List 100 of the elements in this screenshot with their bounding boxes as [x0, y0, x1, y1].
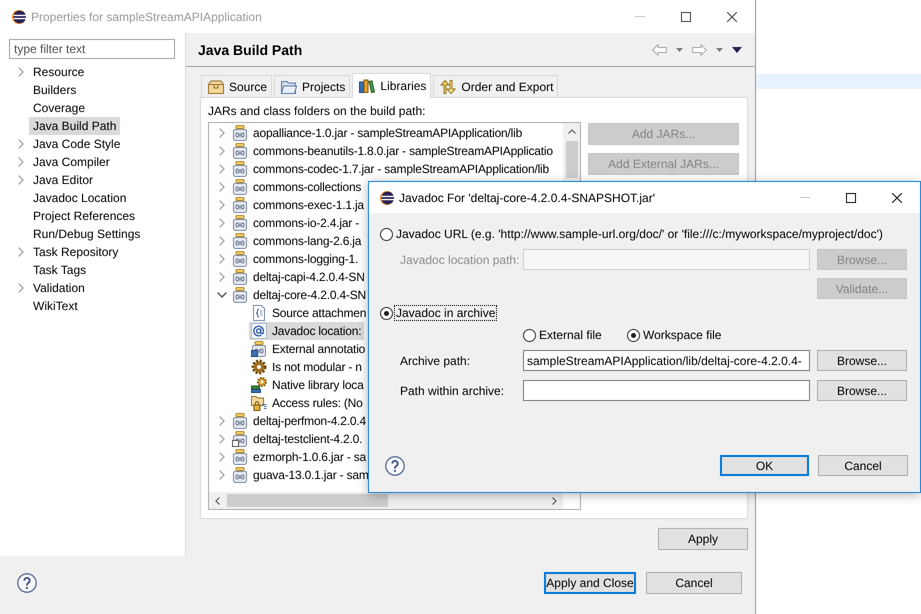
chevron-right-icon[interactable] — [552, 496, 557, 504]
apply-button[interactable]: Apply — [658, 528, 748, 550]
tree-item[interactable]: Is not modular - n — [249, 358, 365, 376]
tab[interactable]: Source — [201, 75, 272, 97]
tree-item[interactable]: aopalliance-1.0.jar - sampleStreamAPIApplication/lib — [230, 124, 526, 142]
chevron-right-icon[interactable] — [218, 146, 224, 156]
tree-item[interactable]: commons-collections — [230, 178, 364, 196]
tab[interactable]: Projects — [274, 75, 350, 97]
horizontal-scrollbar[interactable] — [209, 492, 563, 509]
tree-item[interactable]: deltaj-perfmon-4.2.0.4 — [230, 412, 369, 430]
dialog-button[interactable]: OK — [720, 455, 809, 476]
tree-item[interactable]: Javadoc location: — [249, 322, 364, 340]
tree-item[interactable]: commons-codec-1.7.jar - sampleStreamAPIApplication/lib — [230, 160, 552, 178]
browse-button[interactable]: Browse... — [817, 380, 907, 401]
tab[interactable]: Order and Export — [433, 75, 558, 97]
input-field[interactable] — [523, 380, 810, 401]
tree-item[interactable]: Native library loca — [249, 376, 367, 394]
tree-item[interactable]: Source attachmen — [249, 304, 370, 322]
sidebar-item[interactable]: Java Editor — [29, 171, 98, 189]
back-arrow-icon[interactable] — [652, 44, 667, 56]
radio-button[interactable] — [627, 328, 640, 342]
chevron-right-icon[interactable] — [18, 175, 24, 185]
chevron-right-icon[interactable] — [218, 254, 224, 264]
radio-label[interactable]: External file — [538, 328, 603, 342]
tree-item[interactable]: Access rules: (No — [249, 394, 366, 412]
dialog-button[interactable]: Apply and Close — [544, 572, 636, 594]
scrollbar-thumb[interactable] — [227, 494, 388, 507]
sidebar-item[interactable]: Validation — [29, 279, 89, 297]
window-title: Javadoc For 'deltaj-core-4.2.0.4-SNAPSHOT.jar' — [399, 190, 656, 204]
field-label: Archive path: — [400, 354, 472, 368]
chevron-right-icon[interactable] — [218, 164, 224, 174]
dialog-button[interactable]: Cancel — [818, 455, 908, 476]
close-icon[interactable] — [727, 12, 737, 22]
tree-item[interactable]: commons-lang-2.6.ja — [230, 232, 364, 250]
sidebar-item[interactable]: Java Build Path — [29, 117, 120, 135]
books-icon — [359, 79, 376, 93]
chevron-right-icon[interactable] — [218, 416, 224, 426]
app-logo-icon — [12, 10, 26, 24]
scrollbar-thumb[interactable] — [566, 141, 578, 178]
chevron-right-icon[interactable] — [218, 218, 224, 228]
tree-item[interactable]: deltaj-capi-4.2.0.4-SN — [230, 268, 368, 286]
jar-icon — [232, 431, 248, 447]
chevron-right-icon[interactable] — [18, 157, 24, 167]
help-icon[interactable] — [17, 573, 37, 593]
maximize-icon[interactable] — [681, 12, 691, 22]
radio-button[interactable] — [523, 328, 536, 342]
radio-button[interactable] — [380, 306, 393, 320]
tree-item[interactable]: ezmorph-1.0.6.jar - sa — [230, 448, 369, 466]
sidebar-item[interactable]: Javadoc Location — [29, 189, 130, 207]
forward-arrow-icon[interactable] — [692, 44, 707, 56]
chevron-right-icon[interactable] — [218, 200, 224, 210]
tree-item[interactable]: commons-io-2.4.jar - — [230, 214, 362, 232]
package-icon — [208, 80, 224, 94]
sidebar-item[interactable]: Coverage — [29, 99, 90, 117]
jar-icon — [251, 341, 267, 357]
chevron-right-icon[interactable] — [18, 67, 24, 77]
radio-label[interactable]: Javadoc in archive — [395, 306, 496, 320]
sidebar-item[interactable]: Task Tags — [29, 261, 90, 279]
radio-button[interactable] — [380, 228, 393, 240]
dialog-button[interactable]: Cancel — [646, 572, 742, 594]
chevron-right-icon[interactable] — [218, 452, 224, 462]
sidebar-item[interactable]: Java Code Style — [29, 135, 124, 153]
chevron-right-icon[interactable] — [218, 182, 224, 192]
chevron-right-icon[interactable] — [18, 139, 24, 149]
sidebar-item[interactable]: Java Compiler — [29, 153, 114, 171]
chevron-right-icon[interactable] — [218, 272, 224, 282]
filter-field[interactable]: type filter text — [9, 39, 175, 59]
radio-label[interactable]: Workspace file — [642, 328, 722, 342]
help-icon[interactable] — [385, 456, 405, 476]
chevron-right-icon[interactable] — [218, 236, 224, 246]
chevron-right-icon[interactable] — [218, 434, 224, 444]
maximize-icon[interactable] — [846, 192, 856, 202]
tree-item[interactable]: guava-13.0.1.jar - sam — [230, 466, 372, 484]
close-icon[interactable] — [892, 192, 902, 202]
input-field[interactable]: sampleStreamAPIApplication/lib/deltaj-core-4.2.0.4- — [523, 350, 810, 371]
radio-label[interactable]: Javadoc URL (e.g. 'http://www.sample-url.org/doc/' or 'file:///c:/myworkspace/myproject/doc') — [395, 227, 884, 241]
sidebar-item[interactable]: Builders — [29, 81, 80, 99]
chevron-right-icon[interactable] — [18, 283, 24, 293]
tree-item[interactable]: deltaj-core-4.2.0.4-SN — [230, 286, 369, 304]
sidebar-item[interactable]: WikiText — [29, 297, 82, 315]
field-label: Path within archive: — [400, 384, 506, 398]
tree-item[interactable]: External annotatio — [249, 340, 368, 358]
chevron-right-icon[interactable] — [218, 128, 224, 138]
sidebar-item[interactable]: Run/Debug Settings — [29, 225, 144, 243]
jar-icon — [232, 413, 248, 429]
tab[interactable]: Libraries — [352, 73, 432, 98]
tree-item[interactable]: deltaj-testclient-4.2.0. — [230, 430, 366, 448]
chevron-left-icon[interactable] — [215, 496, 220, 504]
tree-item[interactable]: commons-beanutils-1.8.0.jar - sampleStreamAPIApplicatio — [230, 142, 556, 160]
chevron-down-icon[interactable] — [216, 292, 226, 298]
sidebar-item[interactable]: Project References — [29, 207, 140, 225]
sidebar-item[interactable]: Resource — [29, 63, 88, 81]
tree-item[interactable]: commons-exec-1.1.ja — [230, 196, 367, 214]
tree-item[interactable]: commons-logging-1. — [230, 250, 362, 268]
browse-button[interactable]: Browse... — [817, 350, 907, 371]
chevron-right-icon[interactable] — [218, 470, 224, 480]
chevron-right-icon[interactable] — [18, 247, 24, 257]
tree-caption: JARs and class folders on the build path: — [208, 103, 426, 119]
sidebar-item[interactable]: Task Repository — [29, 243, 122, 261]
chevron-up-icon[interactable] — [568, 129, 576, 134]
